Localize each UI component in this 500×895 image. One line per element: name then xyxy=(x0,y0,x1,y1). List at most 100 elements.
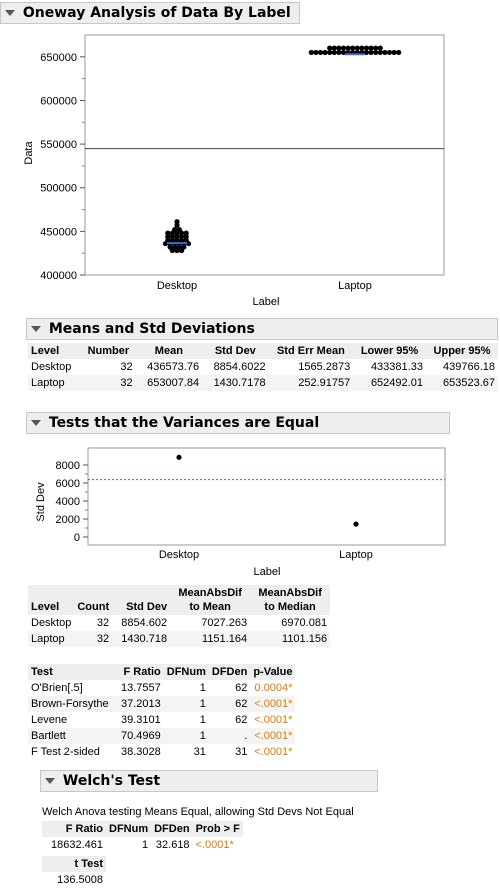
col-header: Level xyxy=(28,343,82,359)
variances-plot[interactable]: Std Dev 0 2000 4000 6000 8000 Desktop Laptop… xyxy=(0,438,500,583)
laptop-data-point[interactable] xyxy=(350,45,356,51)
p-value-cell: <.0001* xyxy=(250,744,296,760)
cell: F Test 2-sided xyxy=(28,744,118,760)
laptop-data-point[interactable] xyxy=(336,45,342,51)
laptop-data-point[interactable] xyxy=(313,49,319,56)
table-header-row: Level Count Std Dev MeanAbsDif to Mean M… xyxy=(28,585,331,615)
oneway-ytick-label: 500000 xyxy=(40,183,77,195)
laptop-data-point[interactable] xyxy=(322,49,328,56)
means-header[interactable]: Means and Std Deviations xyxy=(26,318,498,340)
cell: 8854.6022 xyxy=(202,359,269,375)
col-header: MeanAbsDif to Mean xyxy=(170,585,251,615)
cell: 7027.263 xyxy=(170,615,251,631)
laptop-data-point[interactable] xyxy=(359,45,365,51)
cell: 136.5008 xyxy=(42,872,106,888)
cell: 252.91757 xyxy=(268,375,354,391)
col-header: Count xyxy=(74,585,113,615)
cell: 18632.461 xyxy=(42,837,106,853)
table-row: Desktop 32 436573.76 8854.6022 1565.2873… xyxy=(28,359,498,375)
cell: 32.618 xyxy=(151,837,193,853)
cell: 32 xyxy=(81,375,136,391)
desktop-data-point[interactable] xyxy=(174,219,180,225)
stddev-table: Level Count Std Dev MeanAbsDif to Mean M… xyxy=(28,585,331,647)
cell: 1 xyxy=(163,680,209,696)
cell: 62 xyxy=(208,696,251,712)
cell: 1 xyxy=(106,837,152,853)
cell: 1430.718 xyxy=(112,631,171,647)
col-header: Upper 95% xyxy=(425,343,498,359)
col-header: Lower 95% xyxy=(353,343,426,359)
col-header: DFNum xyxy=(163,664,209,680)
oneway-header[interactable]: Oneway Analysis of Data By Label xyxy=(0,2,300,24)
cell: 38.3028 xyxy=(118,744,164,760)
oneway-xcat-desktop: Desktop xyxy=(157,280,197,292)
stddev-point-desktop[interactable] xyxy=(176,454,182,460)
table-header-row: Test F Ratio DFNum DFDen p-Value xyxy=(28,664,296,680)
col-header: F Ratio xyxy=(42,821,106,837)
table-row: Laptop 32 653007.84 1430.7178 252.91757 … xyxy=(28,375,498,391)
oneway-xlabel: Label xyxy=(253,296,280,308)
laptop-data-point[interactable] xyxy=(308,49,314,56)
variances-ytick-label: 8000 xyxy=(56,460,80,472)
variances-header[interactable]: Tests that the Variances are Equal xyxy=(26,412,450,434)
laptop-data-point[interactable] xyxy=(327,45,333,51)
cell: Desktop xyxy=(28,359,82,375)
p-value-cell: <.0001* xyxy=(250,712,296,728)
oneway-ylabel: Data xyxy=(23,141,35,165)
laptop-data-point[interactable] xyxy=(317,49,324,56)
disclosure-triangle-icon[interactable] xyxy=(31,420,41,426)
col-header: F Ratio xyxy=(118,664,164,680)
welch-table: F Ratio DFNum DFDen Prob > F 18632.461 1… xyxy=(42,821,243,853)
cell: Brown-Forsythe xyxy=(28,696,118,712)
cell: . xyxy=(208,728,251,744)
desktop-data-point[interactable] xyxy=(165,230,171,236)
table-header-row: Level Number Mean Std Dev Std Err Mean L… xyxy=(28,343,498,359)
oneway-plot[interactable]: Data 400000 450000 500000 550000 600000 65000… xyxy=(0,26,500,341)
laptop-data-point[interactable] xyxy=(373,45,379,51)
variances-ytick-label: 0 xyxy=(74,532,80,544)
cell: 652492.01 xyxy=(353,375,426,391)
cell: 31 xyxy=(163,744,209,760)
laptop-data-point[interactable] xyxy=(340,45,347,51)
disclosure-triangle-icon[interactable] xyxy=(5,10,15,16)
laptop-data-point[interactable] xyxy=(345,45,351,51)
oneway-ytick-label: 450000 xyxy=(40,226,77,238)
laptop-data-point[interactable] xyxy=(363,45,370,51)
cell: 1430.7178 xyxy=(202,375,269,391)
p-value-cell: <.0001* xyxy=(192,837,243,853)
table-row: 18632.461 1 32.618 <.0001* xyxy=(42,837,243,853)
oneway-ytick-label: 650000 xyxy=(40,52,77,64)
laptop-data-point[interactable] xyxy=(396,49,402,56)
p-value-cell: <.0001* xyxy=(250,728,296,744)
col-header: Number xyxy=(81,343,136,359)
col-header: Level xyxy=(28,585,75,615)
welch-title: Welch's Test xyxy=(62,773,161,789)
laptop-data-point[interactable] xyxy=(391,49,397,56)
cell: Laptop xyxy=(28,631,75,647)
oneway-xcat-laptop: Laptop xyxy=(338,280,372,292)
laptop-data-point[interactable] xyxy=(382,49,388,56)
disclosure-triangle-icon[interactable] xyxy=(45,778,55,784)
stddev-point-laptop[interactable] xyxy=(353,521,359,527)
laptop-data-point[interactable] xyxy=(368,45,374,51)
col-header: DFDen xyxy=(208,664,251,680)
table-header-row: t Test xyxy=(42,856,106,872)
col-header: DFDen xyxy=(151,821,193,837)
disclosure-triangle-icon[interactable] xyxy=(31,326,41,332)
p-value-cell: <.0001* xyxy=(250,696,296,712)
welch-subtitle: Welch Anova testing Means Equal, allowin… xyxy=(42,806,354,818)
laptop-data-point[interactable] xyxy=(331,45,337,51)
cell: 653007.84 xyxy=(135,375,203,391)
laptop-data-point[interactable] xyxy=(354,45,360,51)
cell: 439766.18 xyxy=(425,359,498,375)
laptop-data-point[interactable] xyxy=(377,45,383,51)
welch-header[interactable]: Welch's Test xyxy=(40,770,378,792)
col-header: p-Value xyxy=(250,664,296,680)
cell: 62 xyxy=(208,680,251,696)
variances-ylabel: Std Dev xyxy=(35,482,47,522)
cell: 32 xyxy=(74,615,113,631)
laptop-data-point[interactable] xyxy=(386,49,393,56)
cell: 1 xyxy=(163,696,209,712)
desktop-data-point[interactable] xyxy=(183,230,189,236)
oneway-plot-frame xyxy=(84,34,445,276)
